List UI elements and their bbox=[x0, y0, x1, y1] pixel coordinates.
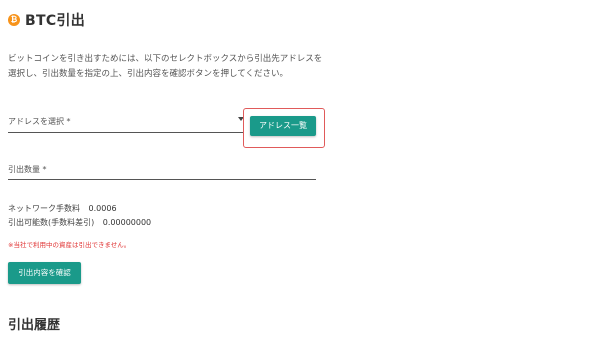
available-amount-value: 0.00000000 bbox=[102, 218, 152, 227]
page-header: ₿ BTC引出 bbox=[8, 10, 85, 30]
instruction-text: ビットコインを引き出すためには、以下のセレクトボックスから引出先アドレスを 選択… bbox=[8, 52, 338, 82]
warning-text: ※当社で利用中の資産は引出できません。 bbox=[8, 241, 131, 249]
available-amount-row: 引出可能数(手数料差引) 0.00000000 bbox=[8, 217, 151, 228]
network-fee-row: ネットワーク手数料 0.0006 bbox=[8, 203, 117, 214]
withdrawal-history-title: 引出履歴 bbox=[8, 318, 61, 333]
amount-field-label: 引出数量 * bbox=[8, 165, 47, 174]
instruction-line-1: ビットコインを引き出すためには、以下のセレクトボックスから引出先アドレスを bbox=[8, 54, 323, 64]
bitcoin-icon: ₿ bbox=[8, 14, 20, 26]
network-fee-value: 0.0006 bbox=[88, 204, 117, 213]
btc-withdrawal-page: ₿ BTC引出 ビットコインを引き出すためには、以下のセレクトボックスから引出先… bbox=[0, 0, 600, 348]
network-fee-label: ネットワーク手数料 bbox=[8, 204, 80, 213]
address-select[interactable]: アドレスを選択 * bbox=[8, 112, 244, 133]
address-select-label: アドレスを選択 * bbox=[8, 117, 71, 126]
confirm-withdrawal-button[interactable]: 引出内容を確認 bbox=[8, 262, 81, 284]
available-amount-label: 引出可能数(手数料差引) bbox=[8, 218, 95, 227]
instruction-line-2: 選択し、引出数量を指定の上、引出内容を確認ボタンを押してください。 bbox=[8, 69, 288, 79]
page-title: BTC引出 bbox=[25, 13, 85, 29]
address-list-button[interactable]: アドレス一覧 bbox=[250, 116, 316, 136]
amount-field[interactable]: 引出数量 * bbox=[8, 159, 316, 180]
